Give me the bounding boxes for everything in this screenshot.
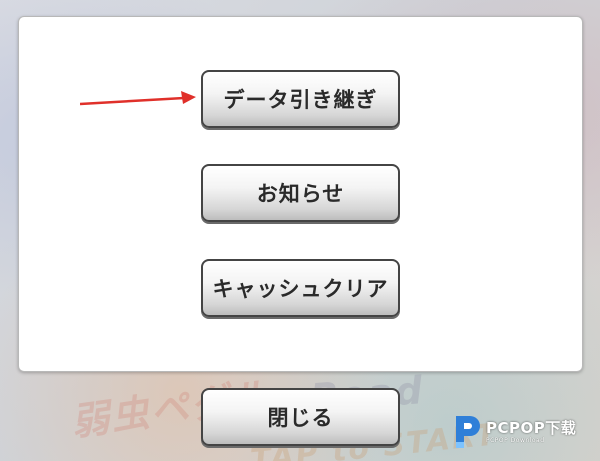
data-transfer-button[interactable]: データ引き継ぎ <box>201 70 400 128</box>
arrow-pointer-icon <box>80 91 196 106</box>
pcpop-logo-icon <box>456 416 480 448</box>
news-button[interactable]: お知らせ <box>201 164 400 222</box>
close-button[interactable]: 閉じる <box>201 388 400 446</box>
watermark-subtitle: PCPOP Download <box>486 436 545 444</box>
close-label: 閉じる <box>267 406 334 430</box>
watermark: PCPOP下载 PCPOP Download <box>452 410 592 454</box>
data-transfer-label: データ引き継ぎ <box>223 88 378 112</box>
watermark-brand: PCPOP下载 <box>486 418 577 437</box>
cache-clear-button[interactable]: キャッシュクリア <box>201 259 400 317</box>
news-label: お知らせ <box>256 182 345 206</box>
cache-clear-label: キャッシュクリア <box>212 277 389 301</box>
app-screen: 弱虫ペダル Road TAP to START データ引き継ぎ お知らせ キャッ… <box>0 0 600 461</box>
